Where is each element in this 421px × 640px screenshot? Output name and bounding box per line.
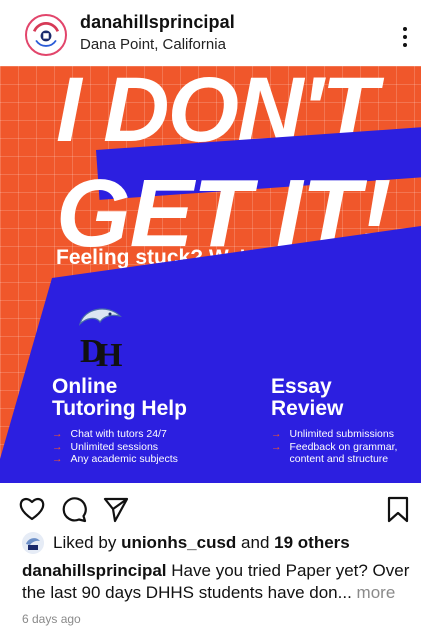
list-item: → Unlimited submissions	[271, 428, 394, 440]
caption-more-link[interactable]: more	[357, 583, 396, 602]
arrow-icon: →	[52, 428, 63, 440]
post-location[interactable]: Dana Point, California	[80, 36, 226, 53]
list-item: → Chat with tutors 24/7	[52, 428, 167, 440]
comment-icon[interactable]	[60, 495, 88, 523]
tutoring-title-2: Tutoring Help	[52, 397, 187, 420]
tutoring-title-1: Online	[52, 375, 118, 398]
svg-text:H: H	[96, 337, 122, 372]
list-item: → Any academic subjects	[52, 453, 178, 465]
essay-section: Essay Review → Unlimited submissions → Fee…	[271, 376, 397, 466]
post-header: danahillsprincipal Dana Point, Californi…	[0, 0, 421, 66]
likes-others-count[interactable]: 19 others	[274, 533, 350, 553]
likes-and: and	[241, 533, 270, 552]
post-caption: danahillsprincipal Have you tried Paper …	[22, 560, 417, 604]
list-item: → Unlimited sessions	[52, 440, 159, 453]
action-bar	[0, 483, 421, 535]
profile-avatar[interactable]	[25, 14, 67, 56]
arrow-icon: →	[271, 440, 282, 453]
bookmark-icon[interactable]	[384, 495, 412, 523]
arrow-icon: →	[52, 453, 63, 465]
post-timestamp: 6 days ago	[22, 612, 81, 626]
caption-username[interactable]: danahillsprincipal	[22, 561, 167, 580]
likes-prefix: Liked by	[53, 533, 117, 552]
dolphin-logo-icon: D H	[74, 302, 126, 374]
list-item: → Feedback on grammar,	[271, 440, 398, 453]
arrow-icon: →	[52, 440, 63, 453]
likes-row[interactable]: Liked by unionhs_cusd and 19 others	[22, 530, 350, 556]
essay-title-2: Review	[271, 397, 344, 420]
liker-avatar[interactable]	[22, 532, 44, 554]
more-options-icon[interactable]	[395, 22, 415, 52]
post-image[interactable]: I DON'T GET IT! Feeling stuck? We've got…	[0, 66, 421, 483]
essay-list: → Unlimited submissions → Feedback on gram…	[271, 428, 397, 466]
account-username[interactable]: danahillsprincipal	[80, 12, 235, 33]
heart-icon[interactable]	[18, 495, 46, 523]
essay-title-1: Essay	[271, 375, 332, 398]
liker-username[interactable]: unionhs_cusd	[121, 533, 236, 553]
tutoring-section: Online Tutoring Help → Chat with tutors 2…	[52, 376, 187, 466]
arrow-icon: →	[271, 428, 282, 440]
list-item: →content and structure	[289, 453, 389, 465]
tutoring-list: → Chat with tutors 24/7 → Unlimited sessio…	[52, 428, 187, 466]
share-icon[interactable]	[102, 495, 130, 523]
